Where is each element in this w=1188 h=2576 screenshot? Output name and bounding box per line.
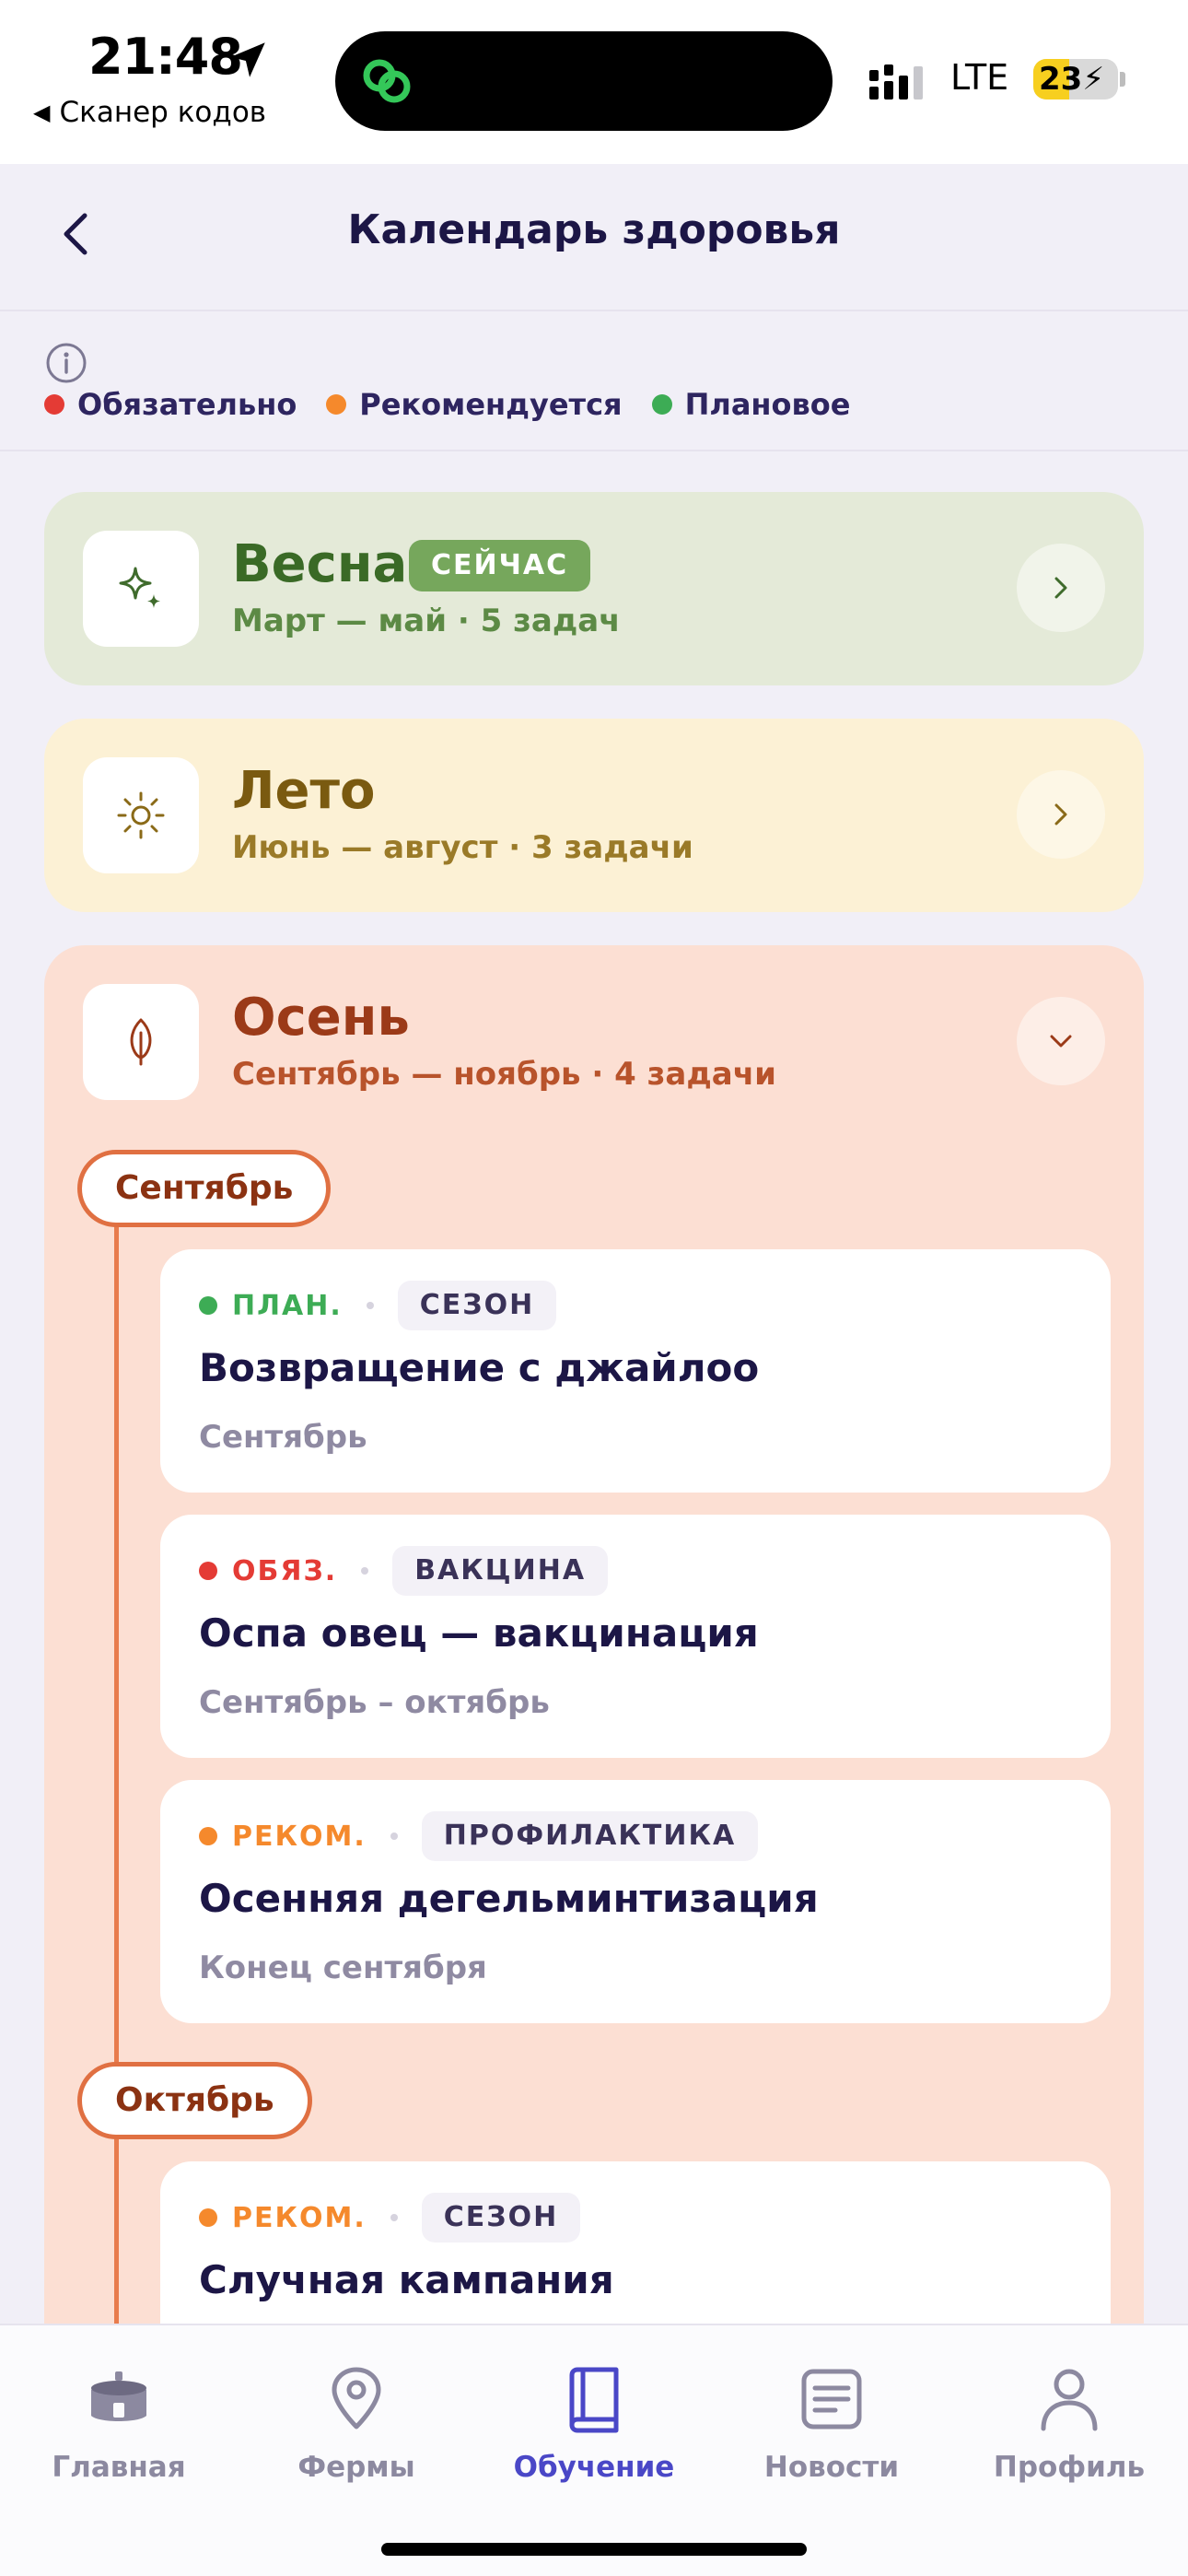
priority-dot (199, 1827, 217, 1845)
map-pin-icon (332, 2367, 381, 2430)
task-title: Осенняя дегельминтизация (199, 1876, 819, 1921)
legend-row: Обязательно Рекомендуется Плановое (44, 387, 879, 422)
type-tag: СЕЗОН (421, 2193, 581, 2242)
tab-news[interactable]: Новости (713, 2362, 950, 2484)
book-icon (569, 2367, 619, 2433)
season-subtitle: Март — май · 5 задач (232, 603, 621, 639)
season-title: Осень (232, 988, 410, 1048)
dynamic-island[interactable] (335, 31, 833, 131)
back-app-label: Сканер кодов (59, 96, 267, 129)
status-time: 21:48 (88, 28, 243, 86)
type-tag: ВАКЦИНА (392, 1546, 609, 1596)
task-title: Возвращение с джайлоо (199, 1345, 760, 1390)
battery-icon: 23⚡ (1033, 59, 1118, 100)
leaf-icon (130, 1018, 152, 1066)
season-title: Лето (232, 761, 376, 821)
nav-header: Календарь здоровья (0, 164, 1188, 311)
type-tag: ПРОФИЛАКТИКА (421, 1811, 759, 1861)
tab-label: Фермы (297, 2451, 415, 2484)
back-to-app-link[interactable]: ◀ Сканер кодов (33, 96, 266, 129)
priority-dot (199, 1562, 217, 1580)
tab-label: Обучение (513, 2451, 675, 2484)
legend-item-mandatory: Обязательно (44, 387, 297, 422)
priority-dot (199, 1296, 217, 1315)
priority-label: РЕКОМ. (232, 2201, 367, 2234)
expand-button[interactable] (1017, 770, 1105, 859)
legend-dot-red (44, 394, 64, 415)
season-card-spring[interactable]: Весна СЕЙЧАС Март — май · 5 задач (44, 492, 1144, 685)
task-title: Оспа овец — вакцинация (199, 1610, 759, 1656)
task-tags: ОБЯЗ. ВАКЦИНА (199, 1546, 609, 1596)
now-badge: СЕЙЧАС (409, 540, 591, 591)
legend-label: Плановое (684, 387, 851, 422)
season-card-summer[interactable]: Лето Июнь — август · 3 задачи (44, 719, 1144, 912)
news-icon (801, 2369, 862, 2430)
month-label-october: Октябрь (77, 2062, 312, 2139)
priority-label: ОБЯЗ. (232, 1554, 338, 1587)
season-icon-box (83, 757, 199, 873)
sparkle-icon (119, 567, 160, 608)
separator-dot (366, 1302, 374, 1309)
tab-label: Новости (763, 2451, 900, 2484)
priority-legend: Обязательно Рекомендуется Плановое (0, 313, 1188, 451)
chevron-down-icon (1050, 1035, 1072, 1048)
task-date: Сентябрь – октябрь (199, 1684, 550, 1721)
task-card[interactable]: ПЛАН. СЕЗОН Возвращение с джайлоо Сентяб… (160, 1249, 1111, 1493)
season-title: Весна (232, 534, 408, 594)
location-arrow-icon (230, 42, 265, 77)
tab-learning[interactable]: Обучение (475, 2362, 713, 2484)
back-triangle-icon: ◀ (33, 100, 51, 125)
yurt-icon (91, 2371, 146, 2421)
legend-label: Обязательно (77, 387, 297, 422)
tab-profile[interactable]: Профиль (950, 2362, 1188, 2484)
home-indicator[interactable] (381, 2543, 807, 2556)
tab-bar: Главная Фермы Обучение Новости Профиль (0, 2324, 1188, 2576)
expand-button[interactable] (1017, 544, 1105, 632)
priority-dot (199, 2208, 217, 2227)
separator-dot (361, 1567, 369, 1575)
priority-label: ПЛАН. (232, 1289, 343, 1322)
page-title: Календарь здоровья (347, 206, 841, 253)
tab-home[interactable]: Главная (0, 2362, 238, 2484)
task-tags: РЕКОМ. СЕЗОН (199, 2193, 581, 2242)
status-bar: 21:48 ◀ Сканер кодов LTE 23⚡ (0, 0, 1188, 164)
legend-dot-orange (326, 394, 347, 415)
legend-dot-green (651, 394, 672, 415)
battery-percent: 23⚡ (1039, 61, 1105, 98)
season-icon-box (83, 984, 199, 1100)
sun-icon (117, 791, 165, 839)
collapse-button[interactable] (1017, 997, 1105, 1085)
season-subtitle: Сентябрь — ноябрь · 4 задачи (232, 1056, 776, 1093)
legend-item-recommended: Рекомендуется (326, 387, 623, 422)
network-type: LTE (950, 57, 1009, 98)
task-date: Сентябрь (199, 1419, 367, 1456)
task-tags: ПЛАН. СЕЗОН (199, 1281, 557, 1330)
link-rings-icon (363, 59, 411, 103)
separator-dot (390, 2214, 398, 2221)
timeline-line (114, 1225, 119, 2331)
legend-item-planned: Плановое (651, 387, 851, 422)
task-tags: РЕКОМ. ПРОФИЛАКТИКА (199, 1811, 759, 1861)
type-tag: СЕЗОН (397, 1281, 557, 1330)
season-icon-box (83, 531, 199, 647)
tab-label: Главная (52, 2451, 186, 2484)
tab-label: Профиль (993, 2451, 1146, 2484)
chevron-right-icon (1054, 577, 1067, 599)
task-date: Конец сентября (199, 1950, 487, 1986)
task-card[interactable]: ОБЯЗ. ВАКЦИНА Оспа овец — вакцинация Сен… (160, 1515, 1111, 1758)
battery-tip (1120, 72, 1125, 87)
chevron-right-icon (1054, 803, 1067, 825)
info-icon[interactable] (44, 341, 88, 385)
season-subtitle: Июнь — август · 3 задачи (232, 829, 693, 866)
legend-label: Рекомендуется (359, 387, 623, 422)
person-icon (1041, 2369, 1098, 2431)
priority-label: РЕКОМ. (232, 1820, 367, 1853)
task-title: Случная кампания (199, 2257, 614, 2302)
signal-icon (869, 64, 923, 100)
task-card[interactable]: РЕКОМ. ПРОФИЛАКТИКА Осенняя дегельминтиз… (160, 1780, 1111, 2023)
tab-farms[interactable]: Фермы (238, 2362, 475, 2484)
month-label-september: Сентябрь (77, 1150, 332, 1227)
separator-dot (390, 1832, 398, 1840)
